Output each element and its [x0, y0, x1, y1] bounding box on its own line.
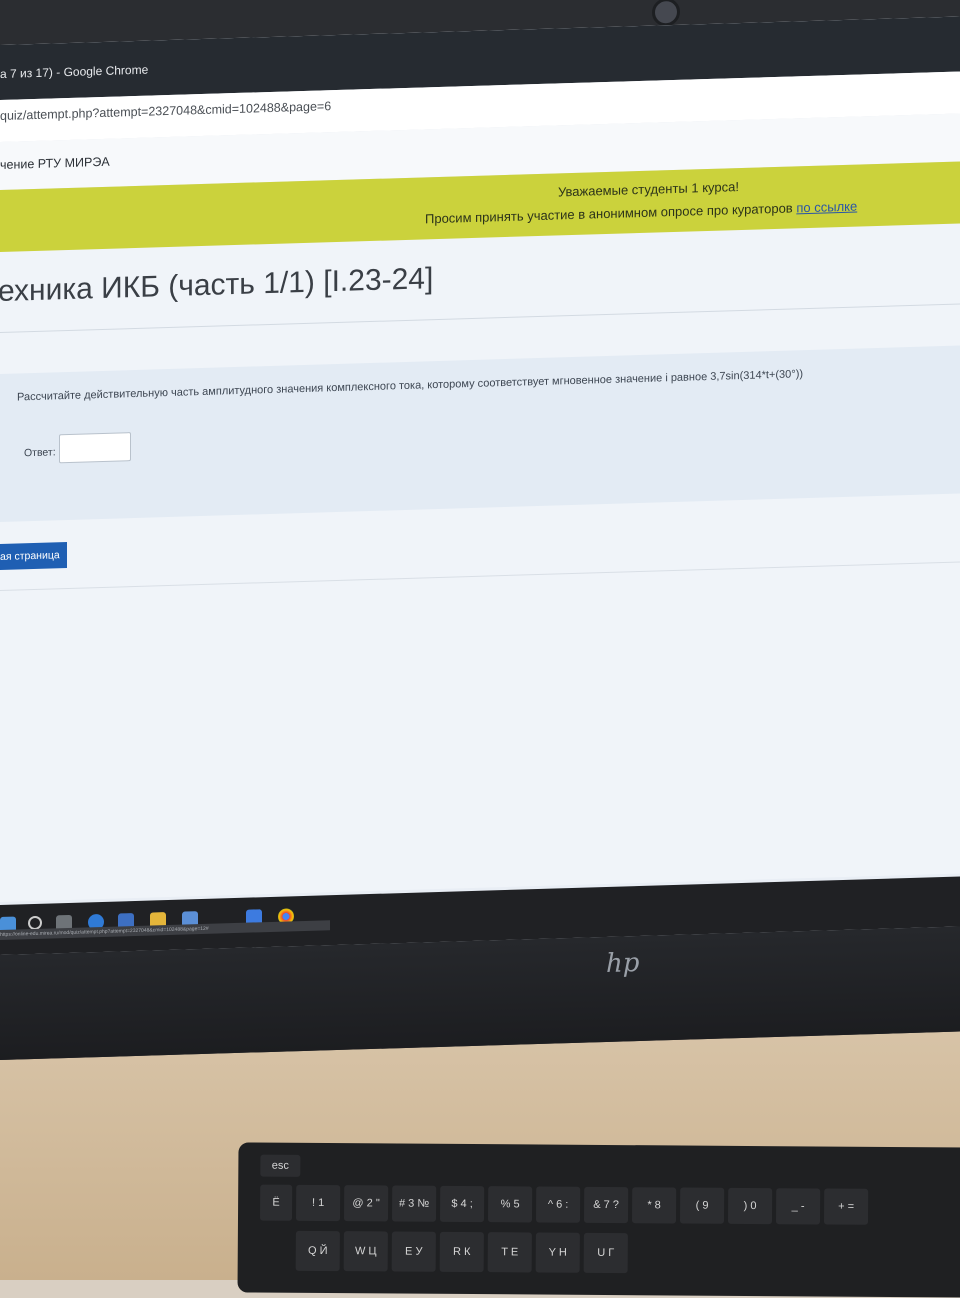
- key[interactable]: + =: [823, 1188, 869, 1225]
- key[interactable]: R К: [439, 1231, 484, 1273]
- course-title: ехника ИКБ (часть 1/1) [I.23-24]: [0, 262, 434, 309]
- key[interactable]: E У: [391, 1231, 436, 1272]
- key[interactable]: ) 0: [727, 1187, 773, 1225]
- key[interactable]: W Ц: [343, 1231, 388, 1272]
- key[interactable]: % 5: [487, 1186, 533, 1223]
- answer-input[interactable]: [59, 432, 131, 464]
- key[interactable]: Ё: [259, 1184, 293, 1221]
- screen: а 7 из 17) - Google Chrome quiz/attempt.…: [0, 16, 960, 955]
- web-page: чение РТУ МИРЭА Уважаемые студенты 1 кур…: [0, 113, 960, 902]
- address-bar-url[interactable]: quiz/attempt.php?attempt=2327048&cmid=10…: [0, 99, 331, 123]
- notice-heading: Уважаемые студенты 1 курса!: [558, 179, 739, 200]
- key[interactable]: ^ 6 :: [535, 1186, 581, 1223]
- key[interactable]: Y Н: [535, 1232, 580, 1273]
- key[interactable]: @ 2 ": [343, 1185, 389, 1222]
- monitor: а 7 из 17) - Google Chrome quiz/attempt.…: [0, 0, 960, 1061]
- hp-logo: hp: [606, 948, 640, 980]
- key[interactable]: ( 9: [679, 1187, 725, 1224]
- webcam-icon: [652, 0, 680, 27]
- answer-label: Ответ:: [24, 446, 56, 460]
- key[interactable]: * 8: [631, 1187, 677, 1224]
- notice-message: Просим принять участие в анонимном опрос…: [425, 200, 793, 227]
- key[interactable]: $ 4 ;: [439, 1185, 485, 1223]
- key[interactable]: T Е: [487, 1232, 532, 1273]
- divider: [0, 303, 960, 333]
- key[interactable]: U Г: [583, 1232, 628, 1274]
- key-esc[interactable]: esc: [260, 1154, 301, 1177]
- key[interactable]: Q Й: [295, 1230, 340, 1272]
- notice-text: Просим принять участие в анонимном опрос…: [425, 199, 857, 227]
- key[interactable]: & 7 ?: [583, 1186, 629, 1224]
- key[interactable]: ! 1: [295, 1184, 341, 1222]
- divider: [0, 561, 960, 591]
- window-title: а 7 из 17) - Google Chrome: [0, 62, 149, 81]
- key[interactable]: # 3 №: [391, 1185, 437, 1222]
- survey-link[interactable]: по ссылке: [796, 199, 857, 216]
- keyboard: esc Ё ! 1 @ 2 " # 3 № $ 4 ; % 5 ^ 6 : & …: [237, 1142, 960, 1298]
- question-card: Рассчитайте действительную часть амплиту…: [0, 345, 960, 522]
- next-page-button[interactable]: ая страница: [0, 542, 67, 571]
- key[interactable]: _ -: [775, 1188, 821, 1225]
- question-text: Рассчитайте действительную часть амплиту…: [17, 368, 804, 404]
- site-name-link[interactable]: чение РТУ МИРЭА: [0, 155, 110, 172]
